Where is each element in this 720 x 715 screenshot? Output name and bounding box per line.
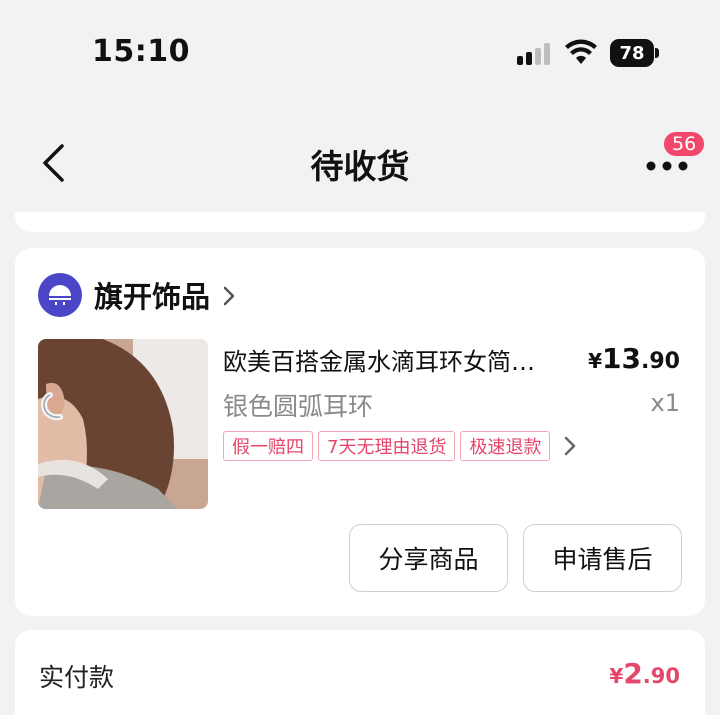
nav-bar: 待收货 56 xyxy=(0,110,720,210)
service-tag: 极速退款 xyxy=(460,431,551,461)
payment-integer: 2 xyxy=(623,657,643,690)
payment-symbol: ¥ xyxy=(609,664,624,688)
status-time: 15:10 xyxy=(92,34,190,69)
share-product-button[interactable]: 分享商品 xyxy=(349,524,508,592)
product-price: ¥13.90 xyxy=(588,342,680,375)
shop-logo-icon xyxy=(38,273,82,317)
payment-card: 实付款 ¥2.90 xyxy=(15,630,705,715)
price-decimal: .90 xyxy=(641,349,680,374)
after-sale-button[interactable]: 申请售后 xyxy=(523,524,682,592)
payment-amount: ¥2.90 xyxy=(609,657,680,690)
signal-icon xyxy=(517,43,550,65)
wifi-icon xyxy=(565,39,597,64)
battery-icon: 78 xyxy=(610,39,659,67)
product-quantity: x1 xyxy=(650,389,680,417)
chevron-right-icon xyxy=(565,436,576,456)
notification-badge: 56 xyxy=(662,130,707,158)
price-symbol: ¥ xyxy=(588,349,603,373)
service-tag: 7天无理由退货 xyxy=(318,431,456,461)
product-image[interactable] xyxy=(38,339,208,509)
chevron-right-icon xyxy=(223,286,235,306)
product-spec: 银色圆弧耳环 xyxy=(223,392,374,421)
status-bar: 15:10 78 xyxy=(0,0,720,100)
battery-level: 78 xyxy=(610,39,654,67)
shop-name: 旗开饰品 xyxy=(94,280,211,314)
payment-decimal: .90 xyxy=(642,664,680,688)
shop-row[interactable]: 旗开饰品 xyxy=(38,272,236,318)
page-title: 待收货 xyxy=(310,147,410,186)
service-tags[interactable]: 假一赔四 7天无理由退货 极速退款 xyxy=(223,431,577,461)
order-card: 旗开饰品 欧美百搭金属水滴耳环女简… ¥13.90 银色圆弧耳环 x1 假一赔四… xyxy=(15,248,705,616)
battery-cap xyxy=(655,48,659,58)
more-dots-icon xyxy=(646,161,688,171)
service-tag: 假一赔四 xyxy=(223,431,313,461)
product-title[interactable]: 欧美百搭金属水滴耳环女简… xyxy=(223,342,583,377)
previous-card-bottom xyxy=(15,212,705,232)
payment-label: 实付款 xyxy=(39,663,115,692)
price-integer: 13 xyxy=(602,342,642,375)
